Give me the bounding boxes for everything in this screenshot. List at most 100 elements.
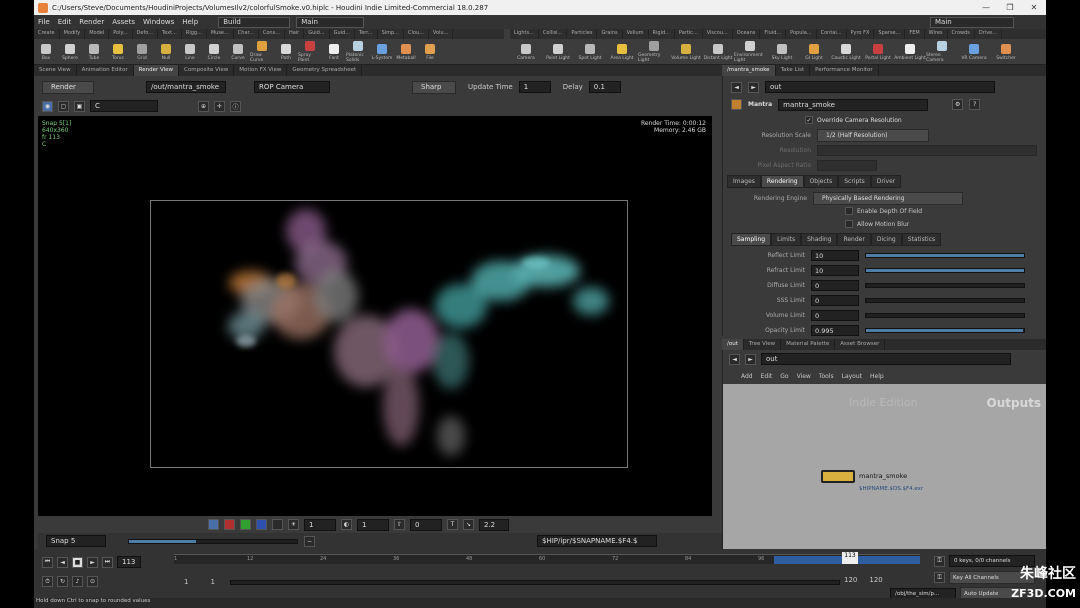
network-pane-tab-0[interactable]: /out — [722, 339, 744, 350]
param-pane-tab-1[interactable]: Take List — [776, 65, 811, 76]
limit-field-1[interactable]: 10 — [811, 265, 859, 276]
right-shelf-tool-15[interactable]: Switcher — [990, 43, 1022, 61]
red-channel-icon[interactable] — [224, 519, 235, 530]
left-pane-tab-3[interactable]: Composite View — [179, 65, 235, 76]
goto-end-icon[interactable]: ⏭ — [102, 556, 113, 568]
channel-select[interactable]: C — [90, 100, 158, 112]
network-menu-3[interactable]: View — [797, 373, 811, 380]
goto-start-icon[interactable]: ⏮ — [42, 556, 53, 568]
net-back-icon[interactable]: ◄ — [729, 353, 740, 365]
left-shelf-tab-12[interactable]: Guid... — [330, 29, 355, 39]
forward-arrow-icon[interactable]: ► — [748, 81, 759, 93]
right-shelf-tab-6[interactable]: Partic... — [675, 29, 703, 39]
right-shelf-tab-17[interactable]: Drive... — [975, 29, 1003, 39]
node-name-field[interactable]: mantra_smoke — [778, 98, 929, 111]
left-pane-tab-2[interactable]: Render View — [133, 65, 180, 76]
rendering-sub-tab-0[interactable]: Sampling — [731, 233, 772, 246]
left-shelf-tab-10[interactable]: Hair — [285, 29, 305, 39]
left-shelf-tab-2[interactable]: Model — [85, 29, 110, 39]
right-shelf-tab-4[interactable]: Vellum — [623, 29, 649, 39]
override-camera-checkbox[interactable]: ✓ — [805, 116, 813, 124]
limit-field-0[interactable]: 10 — [811, 250, 859, 261]
sim-icon[interactable]: ⊙ — [87, 576, 98, 587]
right-shelf-tool-8[interactable]: Sky Light — [766, 43, 798, 61]
help-icon[interactable]: ? — [969, 99, 981, 110]
param-pane-tab-0[interactable]: /mantra_smoke — [722, 65, 776, 76]
right-shelf-tab-5[interactable]: Rigid... — [649, 29, 675, 39]
left-pane-tab-4[interactable]: Motion FX View — [234, 65, 288, 76]
net-forward-icon[interactable]: ► — [745, 353, 756, 365]
gamma-icon[interactable]: ☀ — [288, 519, 299, 530]
left-shelf-tab-8[interactable]: Char... — [234, 29, 259, 39]
realtime-icon[interactable]: ⏱ — [42, 576, 53, 587]
left-shelf-tab-16[interactable]: Volu... — [429, 29, 454, 39]
left-shelf-tab-13[interactable]: Terr... — [355, 29, 378, 39]
left-shelf-tool-10[interactable]: Path — [274, 43, 298, 61]
key-icon[interactable]: ⚿ — [934, 555, 945, 567]
left-shelf-tool-7[interactable]: Circle — [202, 43, 226, 61]
network-menu-5[interactable]: Layout — [842, 373, 862, 380]
network-pane-tab-3[interactable]: Asset Browser — [835, 339, 886, 350]
right-shelf-tool-13[interactable]: Stereo Camera — [926, 41, 958, 63]
right-shelf-tool-6[interactable]: Distant Light — [702, 43, 734, 61]
right-shelf-tool-10[interactable]: Caustic Light — [830, 43, 862, 61]
right-shelf-tab-16[interactable]: Crowds — [948, 29, 975, 39]
right-shelf-tool-7[interactable]: Environment Light — [734, 41, 766, 63]
param-tab-1[interactable]: Rendering — [760, 175, 804, 188]
limit-field-4[interactable]: 0 — [811, 310, 859, 321]
left-shelf-tool-8[interactable]: Curve — [226, 43, 250, 61]
minus-icon[interactable]: − — [304, 535, 315, 547]
crosshair-icon[interactable]: ✛ — [214, 100, 225, 112]
param-pane-tab-2[interactable]: Performance Monitor — [810, 65, 879, 76]
right-shelf-tool-1[interactable]: Point Light — [542, 43, 574, 61]
network-pane-tab-2[interactable]: Material Palette — [781, 339, 836, 350]
contrast-field[interactable]: 1 — [357, 518, 389, 531]
rendering-engine-select[interactable]: Physically Based Rendering — [813, 192, 963, 205]
audio-icon[interactable]: ♪ — [72, 576, 83, 587]
gamma-correct-icon[interactable]: ↘ — [463, 519, 474, 530]
menu-windows[interactable]: Windows — [139, 18, 178, 26]
network-menu-2[interactable]: Go — [780, 373, 788, 380]
frame-indicator[interactable]: 113 — [842, 552, 858, 564]
rendering-sub-tab-5[interactable]: Statistics — [901, 233, 942, 246]
rendering-sub-tab-2[interactable]: Shading — [801, 233, 838, 246]
gear-icon[interactable]: ⚙ — [952, 99, 964, 110]
limit-field-5[interactable]: 0.995 — [811, 325, 859, 336]
network-editor[interactable]: Indie Edition Outputs mantra_smoke $HIPN… — [723, 384, 1046, 549]
left-shelf-tool-1[interactable]: Sphere — [58, 43, 82, 61]
right-shelf-tool-2[interactable]: Spot Light — [574, 43, 606, 61]
right-shelf-tool-9[interactable]: GI Light — [798, 43, 830, 61]
contrast-icon[interactable]: ◐ — [341, 519, 352, 530]
left-pane-tab-0[interactable]: Scene View — [34, 65, 77, 76]
rendering-sub-tab-1[interactable]: Limits — [771, 233, 802, 246]
end-frame-2[interactable]: 120 — [869, 576, 882, 584]
close-button[interactable]: ✕ — [1022, 0, 1046, 15]
left-shelf-tab-14[interactable]: Simp... — [378, 29, 405, 39]
left-shelf-tab-11[interactable]: Guid... — [304, 29, 330, 39]
key-all-icon[interactable]: ⚿ — [934, 572, 945, 583]
left-pane-tab-1[interactable]: Animation Editor — [77, 65, 134, 76]
left-shelf-tab-6[interactable]: Rigg... — [182, 29, 207, 39]
back-arrow-icon[interactable]: ◄ — [731, 81, 742, 93]
display-icon[interactable]: ▣ — [74, 100, 85, 112]
maximize-button[interactable]: ❐ — [998, 0, 1022, 15]
green-channel-icon[interactable] — [240, 519, 251, 530]
left-shelf-tool-13[interactable]: Platonic Solids — [346, 41, 370, 63]
left-shelf-tab-4[interactable]: Defo... — [133, 29, 158, 39]
right-shelf-tab-10[interactable]: Popula... — [786, 29, 817, 39]
resolution-scale-select[interactable]: 1/2 (Half Resolution) — [817, 129, 929, 142]
start-frame[interactable]: 1 — [184, 578, 188, 586]
left-shelf-tool-3[interactable]: Torus — [106, 43, 130, 61]
right-shelf-tab-3[interactable]: Grains — [597, 29, 623, 39]
left-shelf-tab-3[interactable]: Poly... — [109, 29, 133, 39]
right-shelf-tab-11[interactable]: Contai... — [817, 29, 847, 39]
limit-slider-2[interactable] — [865, 283, 1025, 288]
left-shelf-tool-16[interactable]: File — [418, 43, 442, 61]
scene-select[interactable]: Main — [296, 16, 365, 28]
region-icon[interactable]: ▢ — [58, 100, 69, 112]
limit-slider-1[interactable] — [865, 268, 1025, 273]
right-shelf-tool-3[interactable]: Area Light — [606, 43, 638, 61]
right-shelf-tab-12[interactable]: Pyro FX — [847, 29, 875, 39]
range-slider[interactable] — [230, 580, 840, 585]
timeline-ruler[interactable]: 11224364860728496108120 113 — [174, 552, 920, 564]
